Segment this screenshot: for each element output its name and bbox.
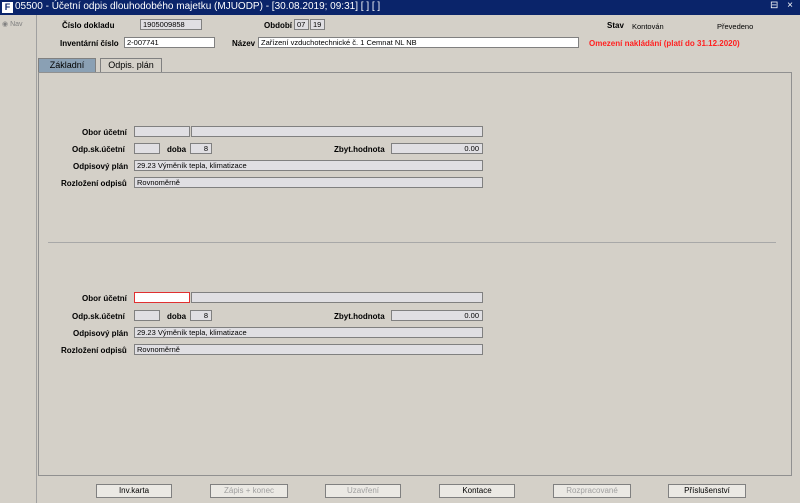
obor-ucetni-code-field[interactable] [134,292,190,303]
rozlozeni-odpisu-field[interactable]: Rovnoměrně [134,177,483,188]
tab-odpis-plan[interactable]: Odpis. plán [100,58,162,72]
doba-field[interactable]: 8 [190,143,212,154]
odpisovy-plan-label: Odpisový plán [73,162,129,171]
doba-field[interactable]: 8 [190,310,212,321]
obor-ucetni-name-field[interactable] [191,126,483,137]
period-year-field[interactable]: 19 [310,19,325,30]
inventory-field[interactable]: 2-007741 [124,37,215,48]
tab-zakladni[interactable]: Základní [38,58,96,72]
inv-karta-button[interactable]: Inv.karta [96,484,172,498]
odp-sk-ucetni-field[interactable] [134,310,160,321]
kontace-button[interactable]: Kontace [439,484,515,498]
doc-number-field[interactable]: 1905009858 [140,19,202,30]
zbyt-hodnota-label: Zbyt.hodnota [334,145,385,154]
rozlozeni-odpisu-field[interactable]: Rovnoměrně [134,344,483,355]
odp-sk-ucetni-label: Odp.sk.účetní [72,312,125,321]
state-value-secondary: Převedeno [717,22,754,31]
state-label: Stav [607,21,624,30]
app-logo-icon: F [2,2,13,13]
odp-sk-ucetni-label: Odp.sk.účetní [72,145,125,154]
nav-button[interactable]: ◉ Nav [2,20,23,28]
doba-label: doba [167,312,187,321]
zbyt-hodnota-field[interactable]: 0.00 [391,143,483,154]
zapis-konec-button[interactable]: Zápis + konec [210,484,288,498]
uzavreni-button[interactable]: Uzavření [325,484,401,498]
name-field[interactable]: Zařízení vzduchotechnické č. 1 Cemnat NL… [258,37,579,48]
doc-number-label: Číslo dokladu [62,21,115,30]
odpisovy-plan-field[interactable]: 29.23 Výměník tepla, klimatizace [134,327,483,338]
rozpracovane-button[interactable]: Rozpracované [553,484,631,498]
restriction-warning: Omezení nakládání (platí do 31.12.2020) [589,39,740,48]
period-label: Období [264,21,292,30]
window-controls-icon[interactable]: ⊟ × [770,0,796,11]
period-month-field[interactable]: 07 [294,19,309,30]
obor-ucetni-label: Obor účetní [82,294,127,303]
window-title: 05500 - Účetní odpis dlouhodobého majetk… [15,1,381,12]
odp-sk-ucetni-field[interactable] [134,143,160,154]
zbyt-hodnota-field[interactable]: 0.00 [391,310,483,321]
rozlozeni-odpisu-label: Rozložení odpisů [61,346,127,355]
odpisovy-plan-field[interactable]: 29.23 Výměník tepla, klimatizace [134,160,483,171]
state-value: Kontován [632,22,664,31]
obor-ucetni-name-field[interactable] [191,292,483,303]
title-bar: F 05500 - Účetní odpis dlouhodobého maje… [0,0,800,15]
obor-ucetni-code-field[interactable] [134,126,190,137]
rozlozeni-odpisu-label: Rozložení odpisů [61,179,127,188]
odpisovy-plan-label: Odpisový plán [73,329,129,338]
nav-label: Nav [10,21,23,28]
prislusenstvi-button[interactable]: Příslušenství [668,484,746,498]
obor-ucetni-label: Obor účetní [82,128,127,137]
section-divider [48,242,776,243]
nav-strip: ◉ Nav [0,15,37,503]
name-label: Název [232,39,256,48]
doba-label: doba [167,145,187,154]
inventory-label: Inventární číslo [60,39,119,48]
zbyt-hodnota-label: Zbyt.hodnota [334,312,385,321]
